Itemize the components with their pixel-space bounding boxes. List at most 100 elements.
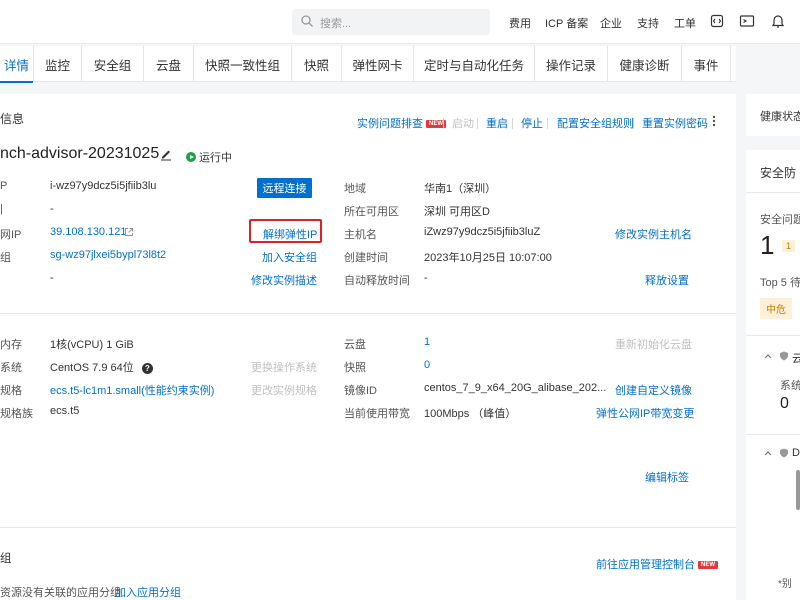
- health-title: 健康状态: [760, 111, 800, 123]
- os-label: 系统: [0, 362, 22, 374]
- eip-bandwidth-link[interactable]: 弹性公网IP带宽变更: [596, 405, 694, 421]
- edit-tags-link[interactable]: 编辑标签: [645, 469, 689, 485]
- reinit-disk-button[interactable]: 重新初始化云盘: [615, 336, 692, 352]
- tab-health-diagnosis[interactable]: 健康诊断: [608, 46, 682, 82]
- image-value: centos_7_9_x64_20G_alibase_202...: [424, 382, 607, 394]
- change-spec-button[interactable]: 更改实例规格: [251, 382, 317, 398]
- remote-connect-button[interactable]: 远程连接: [257, 178, 312, 198]
- config-sg-rules-button[interactable]: 配置安全组规则: [557, 115, 634, 131]
- issue-badge: 1: [782, 240, 796, 252]
- bell-icon[interactable]: [770, 13, 786, 29]
- zone-label: 所在可用区: [344, 206, 399, 218]
- top5-label: Top 5 待: [760, 277, 800, 289]
- divider: [746, 192, 800, 193]
- status-badge: 运行中: [186, 149, 232, 165]
- security-group-link[interactable]: sg-wz97jlxei5bypl73l8t2: [50, 249, 166, 261]
- unbind-eip-link[interactable]: 解绑弹性IP: [263, 226, 317, 242]
- change-os-button[interactable]: 更换操作系统: [251, 359, 317, 375]
- join-sg-link[interactable]: 加入安全组: [262, 249, 317, 265]
- nav-ticket[interactable]: 工单: [674, 15, 696, 31]
- modify-description-link[interactable]: 修改实例描述: [251, 272, 317, 288]
- divider: [547, 118, 548, 129]
- reset-password-button[interactable]: 重置实例密码: [642, 115, 708, 131]
- release-label: 自动释放时间: [344, 275, 410, 287]
- tab-bar: 详情 监控 安全组 云盘 快照一致性组 快照 弹性网卡 定时与自动化任务 操作记…: [0, 46, 736, 83]
- spec-label: 规格: [0, 385, 22, 397]
- bandwidth-label: 当前使用带宽: [344, 408, 410, 420]
- disk-label: 云盘: [344, 339, 366, 351]
- shield-icon: [780, 448, 788, 458]
- divider: [0, 527, 736, 528]
- restart-button[interactable]: 重启: [486, 115, 508, 131]
- app-group-title: 组: [0, 553, 12, 565]
- stop-button[interactable]: 停止: [521, 115, 543, 131]
- os-value: CentOS 7.9 64位?: [50, 359, 153, 375]
- new-badge: NEW: [698, 561, 718, 569]
- tab-snapshot-group[interactable]: 快照一致性组: [194, 46, 292, 82]
- d-label: D: [792, 447, 800, 459]
- zero-value: 0: [780, 395, 789, 412]
- region-label: 地域: [344, 183, 366, 195]
- zone-value: 深圳 可用区D: [424, 206, 490, 218]
- snapshot-count-link[interactable]: 0: [424, 359, 430, 371]
- family-label: 规格族: [0, 408, 33, 420]
- system-label: 系统: [780, 380, 800, 392]
- severity-badge: 中危: [760, 298, 792, 319]
- add-app-group-link[interactable]: 加入应用分组: [115, 584, 181, 600]
- tab-snapshot[interactable]: 快照: [292, 46, 342, 82]
- chevron-up-icon[interactable]: [764, 353, 772, 359]
- public-ip-link[interactable]: 39.108.130.121: [50, 226, 126, 238]
- start-button[interactable]: 启动: [452, 115, 474, 131]
- cpu-value: 1核(vCPU) 1 GiB: [50, 339, 134, 351]
- release-setting-link[interactable]: 释放设置: [645, 272, 689, 288]
- shield-icon: [780, 351, 788, 361]
- terminal-icon[interactable]: [739, 13, 755, 29]
- external-link-icon[interactable]: [124, 227, 134, 237]
- spec-link[interactable]: ecs.t5-lc1m1.small(性能约束实例): [50, 382, 214, 398]
- family-value: ecs.t5: [50, 405, 80, 417]
- top-bar: 搜索... 费用 ICP 备案 企业 支持 工单: [0, 0, 800, 44]
- snapshot-label: 快照: [344, 362, 366, 374]
- help-icon[interactable]: ?: [141, 363, 153, 374]
- nav-support[interactable]: 支持: [637, 15, 659, 31]
- row2-value: -: [50, 203, 54, 215]
- chevron-up-icon[interactable]: [764, 450, 772, 456]
- instance-id-label: P: [0, 180, 8, 192]
- edit-icon[interactable]: [159, 147, 173, 161]
- nav-billing[interactable]: 费用: [509, 15, 531, 31]
- tab-eni[interactable]: 弹性网卡: [342, 46, 414, 82]
- basic-info-title: 信息: [0, 112, 25, 126]
- divider: [746, 335, 800, 336]
- tab-events[interactable]: 事件: [682, 46, 731, 82]
- disk-count-link[interactable]: 1: [424, 336, 430, 348]
- bandwidth-value: 100Mbps （峰值）: [424, 408, 517, 420]
- created-value: 2023年10月25日 10:07:00: [424, 252, 552, 264]
- scrollbar[interactable]: [796, 470, 800, 510]
- divider: [746, 434, 800, 435]
- create-image-link[interactable]: 创建自定义镜像: [615, 382, 692, 398]
- tab-disk[interactable]: 云盘: [144, 46, 194, 82]
- nav-enterprise[interactable]: 企业: [600, 15, 622, 31]
- created-label: 创建时间: [344, 252, 388, 264]
- troubleshoot-link[interactable]: 实例问题排查 NEW: [357, 115, 446, 131]
- tab-detail[interactable]: 详情: [0, 46, 34, 83]
- security-title: 安全防: [760, 166, 797, 180]
- cloud-label: 云: [792, 353, 800, 365]
- tab-security-group[interactable]: 安全组: [82, 46, 144, 82]
- nav-icp[interactable]: ICP 备案: [545, 15, 588, 31]
- divider: [633, 118, 634, 129]
- no-group-text: 资源没有关联的应用分组: [0, 587, 121, 599]
- code-icon[interactable]: [709, 13, 725, 29]
- hostname-label: 主机名: [344, 229, 377, 241]
- tab-operation-log[interactable]: 操作记录: [535, 46, 608, 82]
- search-box[interactable]: 搜索...: [292, 9, 490, 35]
- public-ip-label: 网IP: [0, 229, 22, 241]
- tab-monitor[interactable]: 监控: [34, 46, 82, 82]
- tab-scheduled-tasks[interactable]: 定时与自动化任务: [414, 46, 535, 82]
- instance-name: nch-advisor-20231025: [0, 145, 160, 162]
- more-icon[interactable]: [710, 114, 718, 128]
- divider: [512, 118, 513, 129]
- region-value: 华南1（深圳）: [424, 183, 497, 195]
- app-console-link[interactable]: 前往应用管理控制台 NEW: [596, 556, 718, 572]
- modify-hostname-link[interactable]: 修改实例主机名: [615, 226, 692, 242]
